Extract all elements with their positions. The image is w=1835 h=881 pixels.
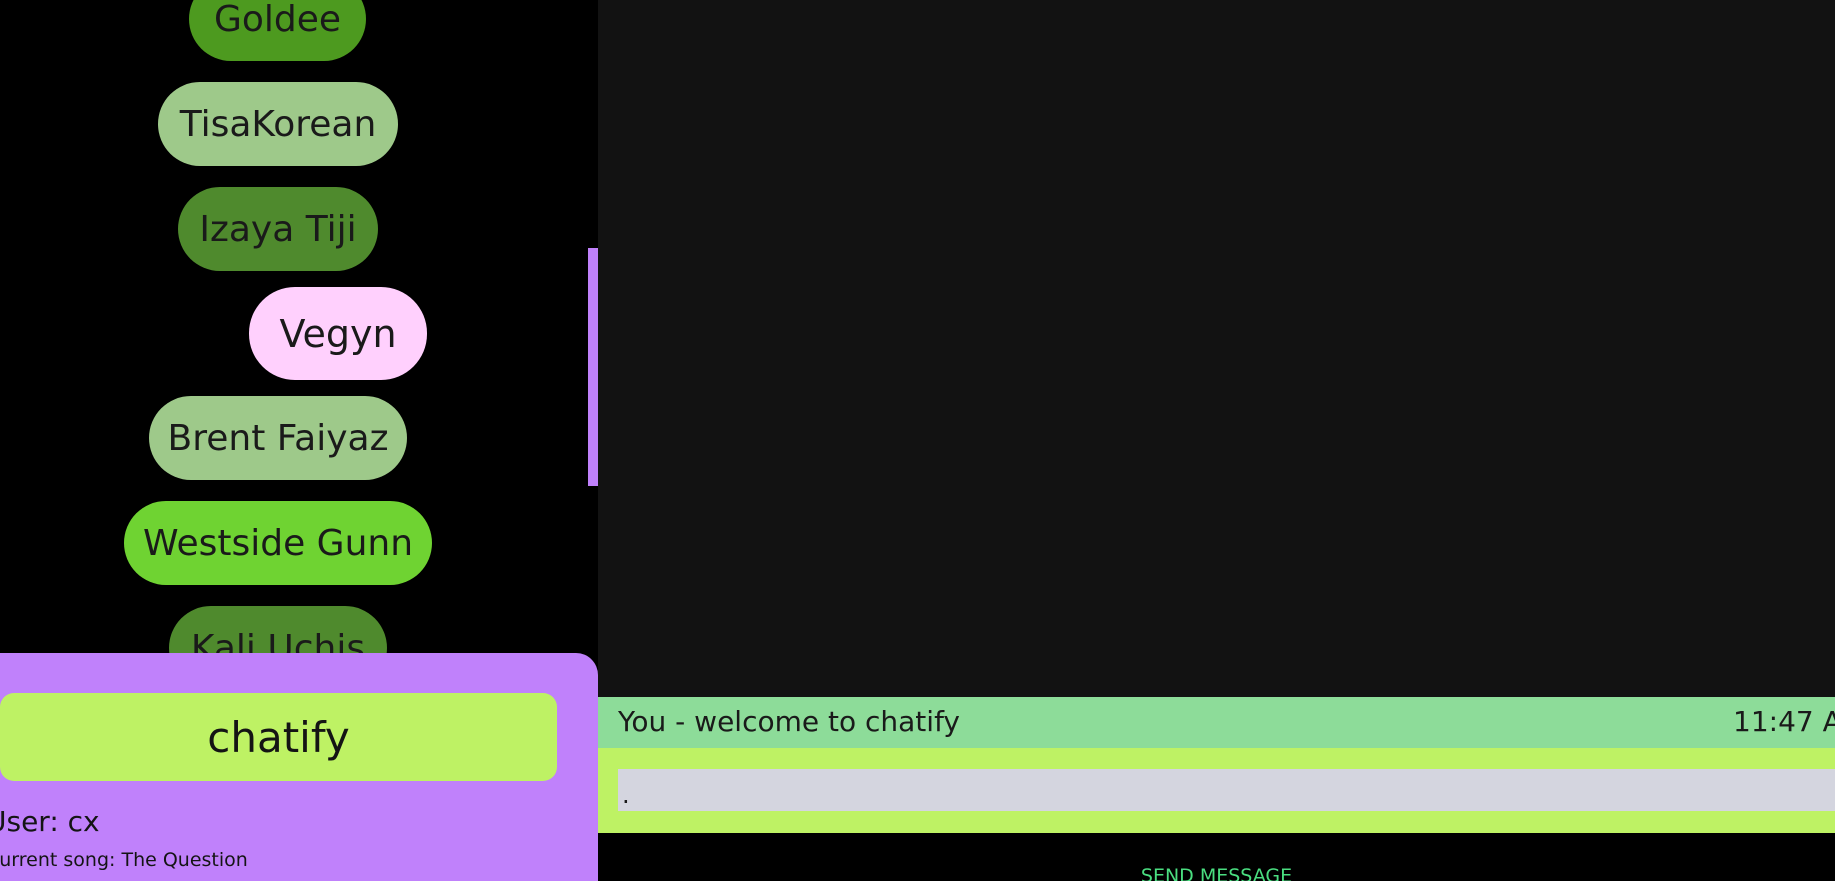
send-bar: SEND MESSAGE bbox=[598, 833, 1835, 881]
artist-pill-brent-faiyaz[interactable]: Brent Faiyaz bbox=[149, 396, 407, 480]
message-text: You - welcome to chatify bbox=[618, 705, 961, 738]
profile-card: chatify User: cx Current song: The Quest… bbox=[0, 653, 598, 881]
send-message-button[interactable]: SEND MESSAGE bbox=[598, 833, 1835, 881]
app-brand-banner: chatify bbox=[0, 693, 557, 781]
message-input[interactable] bbox=[618, 769, 1835, 811]
artist-pill-goldee[interactable]: Goldee bbox=[189, 0, 366, 61]
chat-messages-area bbox=[598, 0, 1835, 697]
artist-pill-tisakorean[interactable]: TisaKorean bbox=[158, 82, 398, 166]
current-song-label: Current song: The Question bbox=[0, 849, 248, 871]
artist-pill-vegyn[interactable]: Vegyn bbox=[249, 287, 427, 380]
message-timestamp: 11:47 AM bbox=[1733, 705, 1835, 738]
artist-pill-westside-gunn[interactable]: Westside Gunn bbox=[124, 501, 432, 585]
scrollbar-thumb[interactable] bbox=[588, 248, 598, 486]
user-label: User: cx bbox=[0, 805, 100, 838]
artist-pill-izaya-tiji[interactable]: Izaya Tiji bbox=[178, 187, 378, 271]
artist-list-panel: Goldee TisaKorean Izaya Tiji Vegyn Brent… bbox=[0, 0, 598, 881]
chat-message: You - welcome to chatify 11:47 AM bbox=[598, 697, 1835, 748]
message-composer bbox=[598, 748, 1835, 833]
